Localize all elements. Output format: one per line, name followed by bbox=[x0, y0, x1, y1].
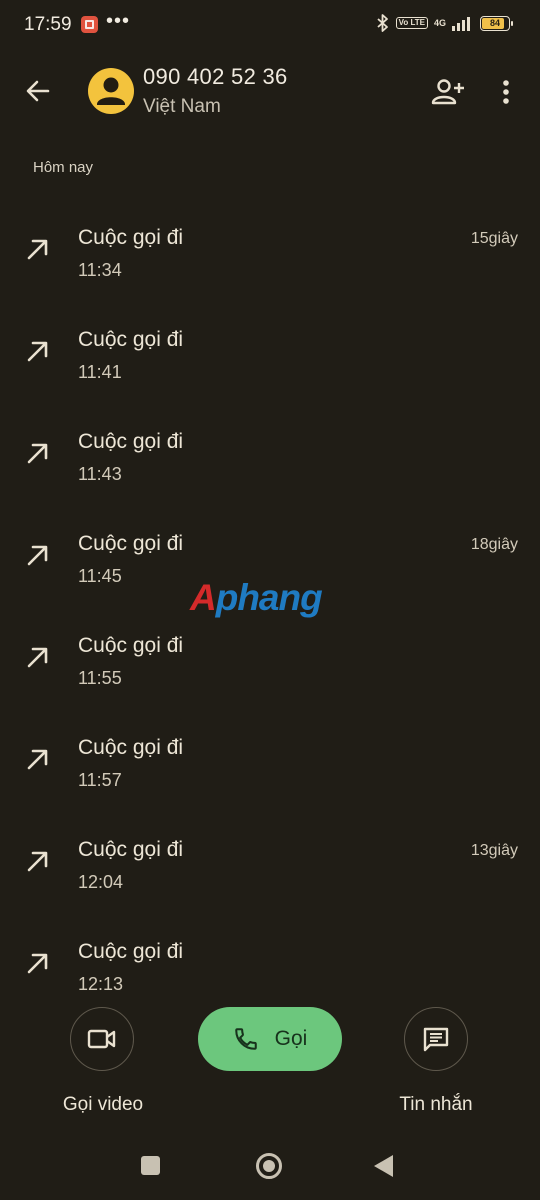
call-history-item[interactable]: Cuộc gọi đi 11:57 bbox=[0, 707, 540, 809]
call-time: 12:04 bbox=[78, 872, 124, 892]
call-history-item[interactable]: Cuộc gọi đi 11:55 bbox=[0, 605, 540, 707]
call-type: Cuộc gọi đi bbox=[78, 328, 184, 351]
call-time: 11:34 bbox=[78, 260, 122, 280]
call-time: 11:57 bbox=[78, 770, 122, 790]
more-options-button[interactable] bbox=[488, 72, 524, 112]
signal-icon bbox=[452, 15, 474, 31]
video-call-label: Gọi video bbox=[62, 1094, 144, 1115]
call-time: 11:41 bbox=[78, 362, 122, 382]
call-type: Cuộc gọi đi bbox=[78, 226, 184, 249]
more-notifications-icon: ••• bbox=[106, 10, 131, 32]
arrow-left-icon bbox=[26, 80, 50, 102]
outgoing-call-icon bbox=[27, 341, 48, 362]
phone-icon bbox=[234, 1028, 257, 1050]
message-button[interactable] bbox=[404, 1007, 468, 1071]
outgoing-call-icon bbox=[27, 443, 48, 464]
call-time: 11:55 bbox=[78, 668, 122, 688]
call-type: Cuộc gọi đi bbox=[78, 940, 184, 963]
outgoing-call-icon bbox=[27, 749, 48, 770]
call-history-item[interactable]: Cuộc gọi đi 11:34 15giây bbox=[0, 197, 540, 299]
call-button[interactable]: Gọi bbox=[198, 1007, 342, 1071]
video-call-button[interactable] bbox=[70, 1007, 134, 1071]
volte-icon: Vo LTE bbox=[395, 17, 428, 29]
section-label-today: Hôm nay bbox=[33, 159, 94, 176]
person-icon bbox=[97, 77, 125, 105]
bluetooth-icon bbox=[376, 14, 390, 32]
status-time: 17:59 bbox=[24, 14, 72, 35]
call-history-item[interactable]: Cuộc gọi đi 11:41 bbox=[0, 299, 540, 401]
battery-icon: 84 bbox=[480, 15, 513, 31]
outgoing-call-icon bbox=[27, 953, 48, 974]
status-bar: 17:59 ••• Vo LTE 4G 84 bbox=[0, 0, 540, 50]
call-duration: 15giây bbox=[470, 230, 518, 247]
contact-actions: Gọi video Gọi Tin nhắn bbox=[0, 1000, 540, 1130]
call-history-item[interactable]: Cuộc gọi đi 11:43 bbox=[0, 401, 540, 503]
back-nav-button[interactable] bbox=[374, 1155, 393, 1177]
call-button-label: Gọi bbox=[274, 1027, 308, 1050]
system-navigation-bar bbox=[0, 1140, 540, 1200]
status-icons: Vo LTE 4G 84 bbox=[376, 14, 513, 32]
videocam-icon bbox=[87, 1029, 116, 1049]
outgoing-call-icon bbox=[27, 647, 48, 668]
call-history-item[interactable]: Cuộc gọi đi 12:04 13giây bbox=[0, 809, 540, 911]
country-label: Việt Nam bbox=[143, 96, 221, 117]
call-time: 11:43 bbox=[78, 464, 122, 484]
message-label: Tin nhắn bbox=[399, 1094, 473, 1115]
outgoing-call-icon bbox=[27, 545, 48, 566]
network-type-icon: 4G bbox=[433, 17, 446, 28]
phone-number: 090 402 52 36 bbox=[143, 64, 288, 89]
call-type: Cuộc gọi đi bbox=[78, 634, 184, 657]
call-type: Cuộc gọi đi bbox=[78, 838, 184, 861]
battery-level: 84 bbox=[489, 17, 500, 28]
home-nav-button[interactable] bbox=[256, 1153, 282, 1179]
call-type: Cuộc gọi đi bbox=[78, 736, 184, 759]
watermark-logo: Aphang bbox=[190, 577, 323, 618]
avatar bbox=[88, 68, 134, 114]
more-vert-icon bbox=[503, 80, 509, 104]
call-time: 11:45 bbox=[78, 566, 122, 586]
call-type: Cuộc gọi đi bbox=[78, 430, 184, 453]
recents-nav-button[interactable] bbox=[141, 1156, 160, 1175]
call-time: 12:13 bbox=[78, 974, 124, 994]
call-duration: 18giây bbox=[470, 536, 518, 553]
call-history-item[interactable]: Cuộc gọi đi 12:13 bbox=[0, 911, 540, 1013]
message-icon bbox=[423, 1027, 449, 1052]
outgoing-call-icon bbox=[27, 239, 48, 260]
person-add-icon bbox=[431, 79, 464, 105]
call-type: Cuộc gọi đi bbox=[78, 532, 184, 555]
add-contact-button[interactable] bbox=[428, 72, 468, 112]
notification-app-icon bbox=[81, 16, 98, 33]
call-duration: 13giây bbox=[470, 842, 518, 859]
back-button[interactable] bbox=[18, 71, 58, 111]
outgoing-call-icon bbox=[27, 851, 48, 872]
